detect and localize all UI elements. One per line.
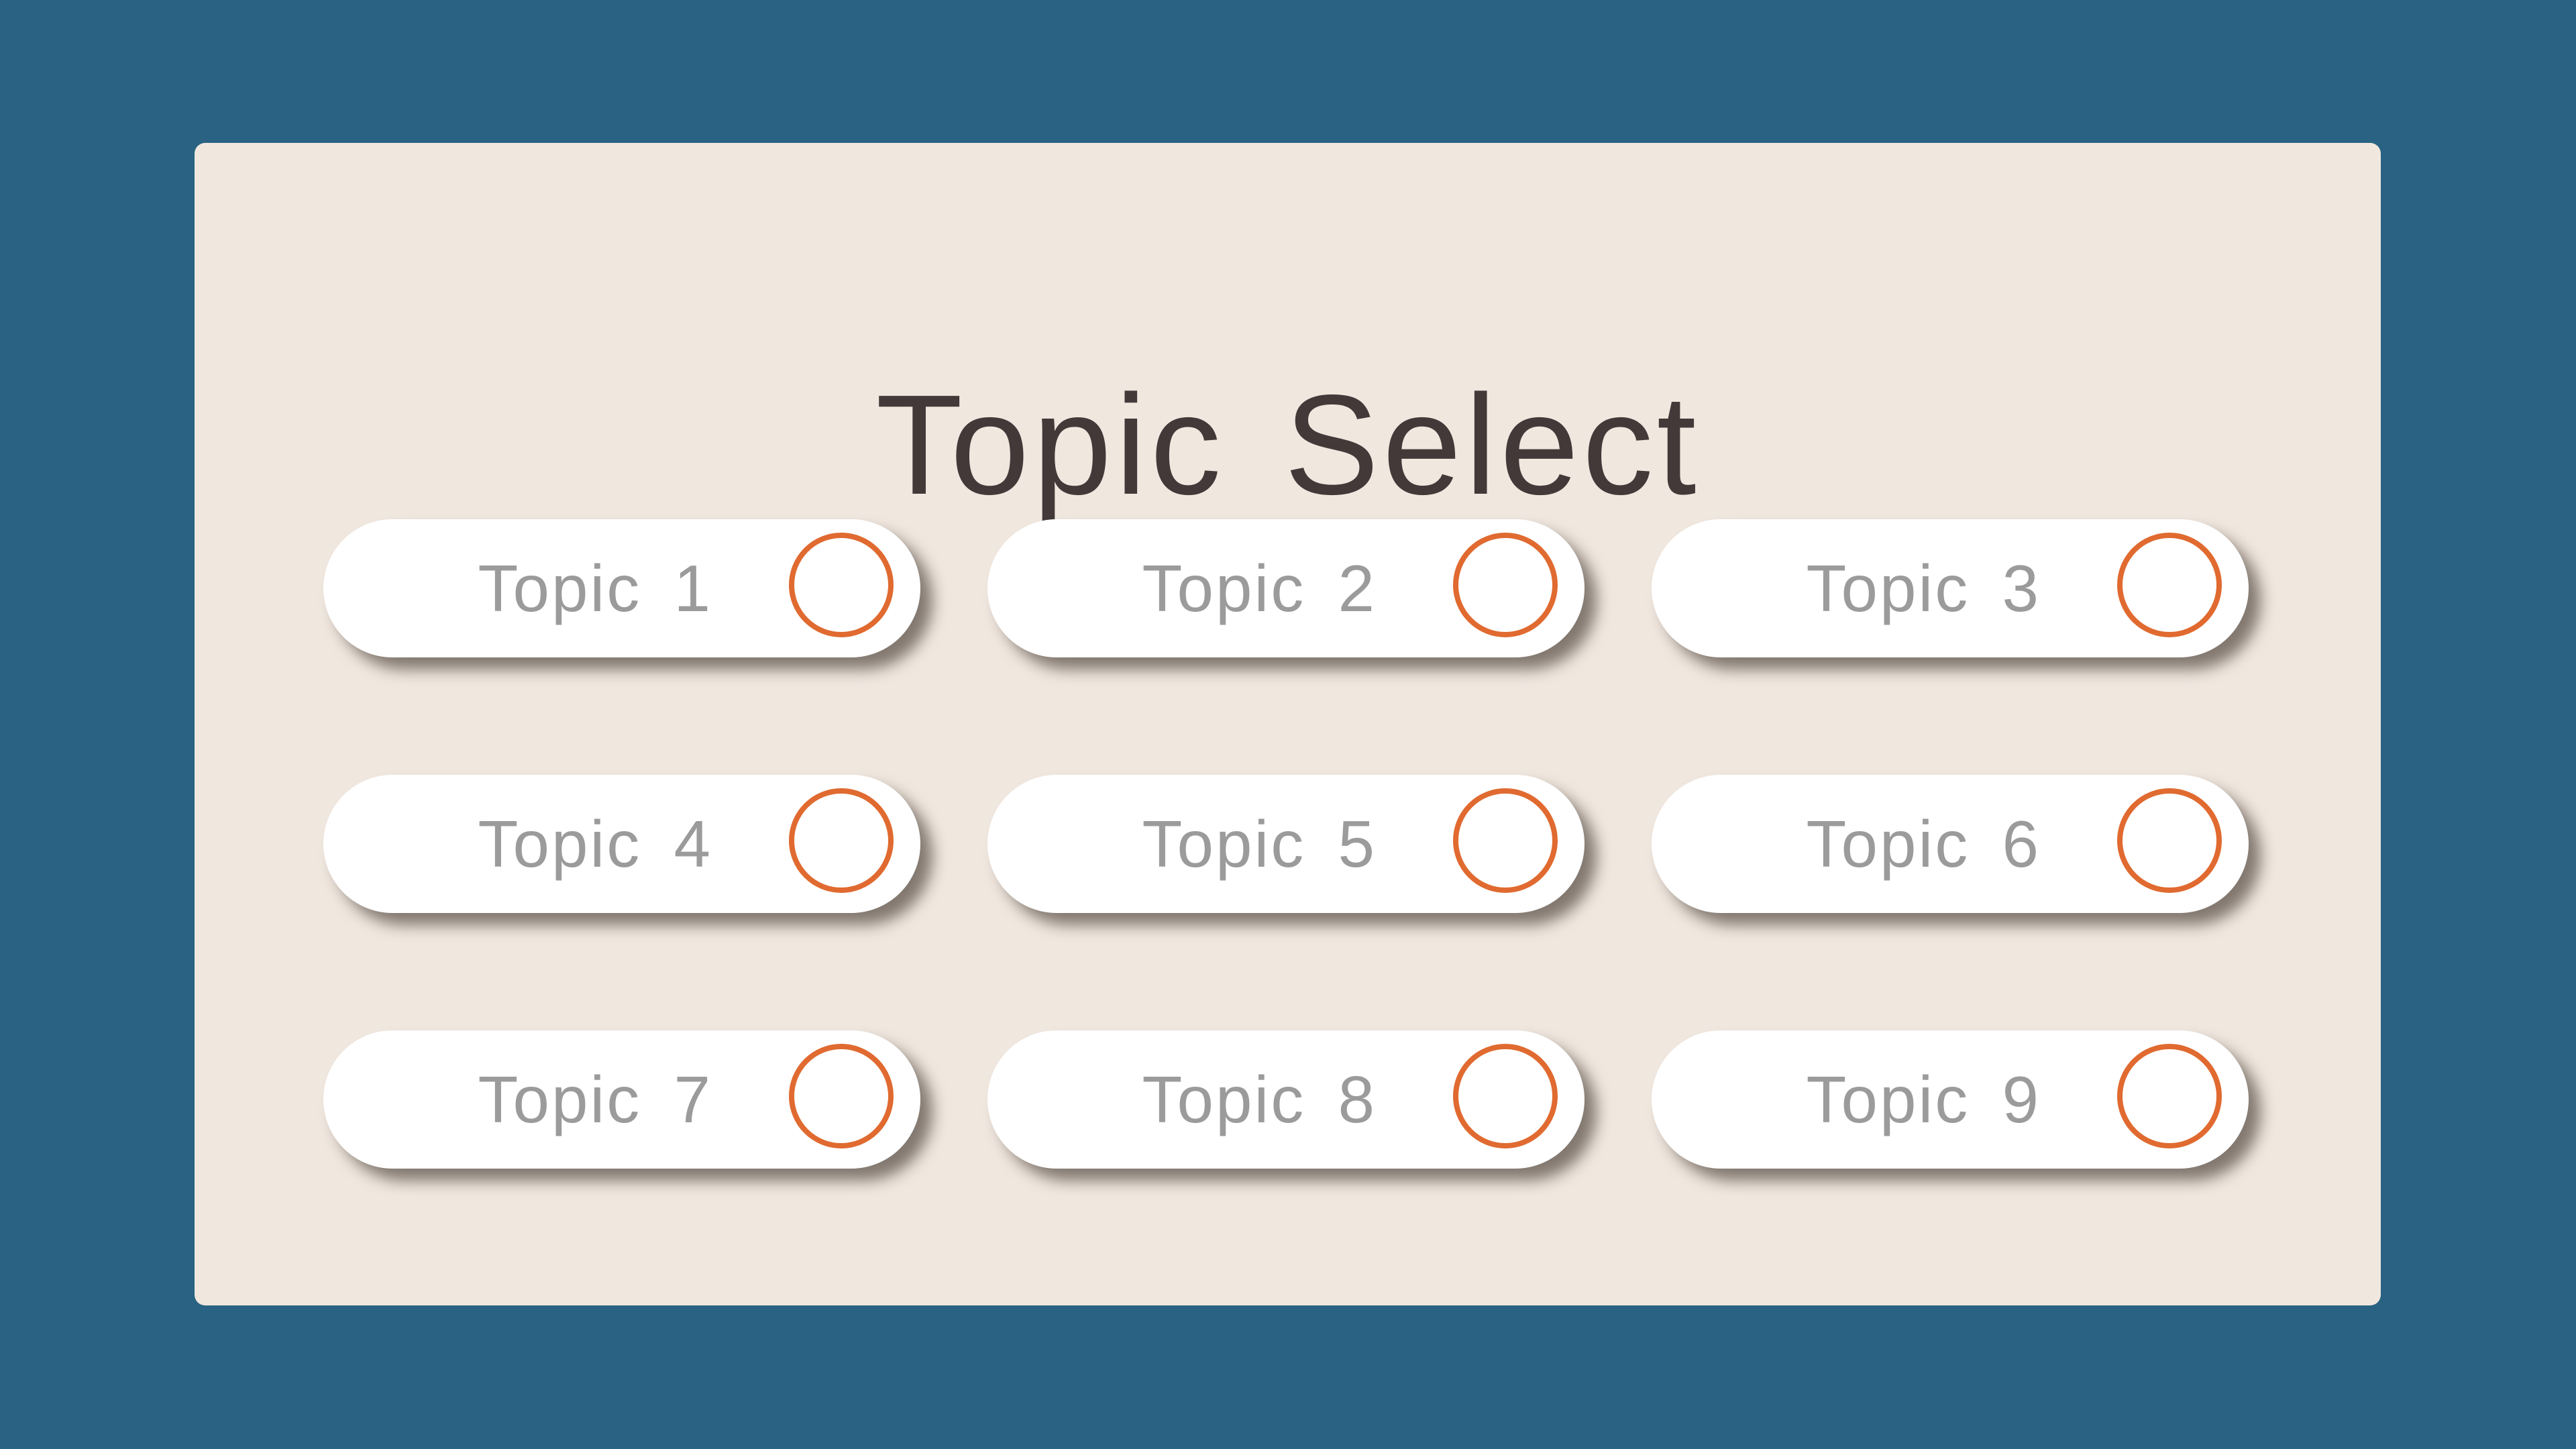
- topic-option-label: Topic 1: [478, 551, 712, 625]
- topic-option-label: Topic 9: [1806, 1063, 2041, 1136]
- topic-option-label: Topic 7: [478, 1063, 712, 1136]
- topic-option-label: Topic 3: [1806, 551, 2041, 625]
- topic-option-label: Topic 4: [478, 807, 712, 881]
- radio-unchecked-icon[interactable]: [789, 1044, 894, 1148]
- topic-option-7[interactable]: Topic 7: [323, 1030, 920, 1169]
- topic-option-label: Topic 2: [1142, 551, 1377, 625]
- topic-select-panel: Topic Select Topic 1 Topic 2 Topic 3 Top…: [195, 143, 2381, 1305]
- radio-unchecked-icon[interactable]: [2117, 533, 2222, 637]
- radio-unchecked-icon[interactable]: [1453, 533, 1558, 637]
- radio-unchecked-icon[interactable]: [789, 788, 894, 893]
- topic-option-5[interactable]: Topic 5: [987, 775, 1585, 913]
- topic-option-label: Topic 8: [1142, 1063, 1377, 1136]
- topic-option-6[interactable]: Topic 6: [1652, 775, 2249, 913]
- radio-unchecked-icon[interactable]: [1453, 1044, 1558, 1148]
- topic-option-label: Topic 6: [1806, 807, 2041, 881]
- topic-option-8[interactable]: Topic 8: [987, 1030, 1585, 1169]
- radio-unchecked-icon[interactable]: [2117, 788, 2222, 893]
- topic-option-9[interactable]: Topic 9: [1652, 1030, 2249, 1169]
- radio-unchecked-icon[interactable]: [789, 533, 894, 637]
- page-title: Topic Select: [875, 365, 1700, 524]
- topic-option-1[interactable]: Topic 1: [323, 519, 920, 657]
- topic-option-4[interactable]: Topic 4: [323, 775, 920, 913]
- radio-unchecked-icon[interactable]: [2117, 1044, 2222, 1148]
- topic-option-label: Topic 5: [1142, 807, 1377, 881]
- topic-option-2[interactable]: Topic 2: [987, 519, 1585, 657]
- topic-option-3[interactable]: Topic 3: [1652, 519, 2249, 657]
- radio-unchecked-icon[interactable]: [1453, 788, 1558, 893]
